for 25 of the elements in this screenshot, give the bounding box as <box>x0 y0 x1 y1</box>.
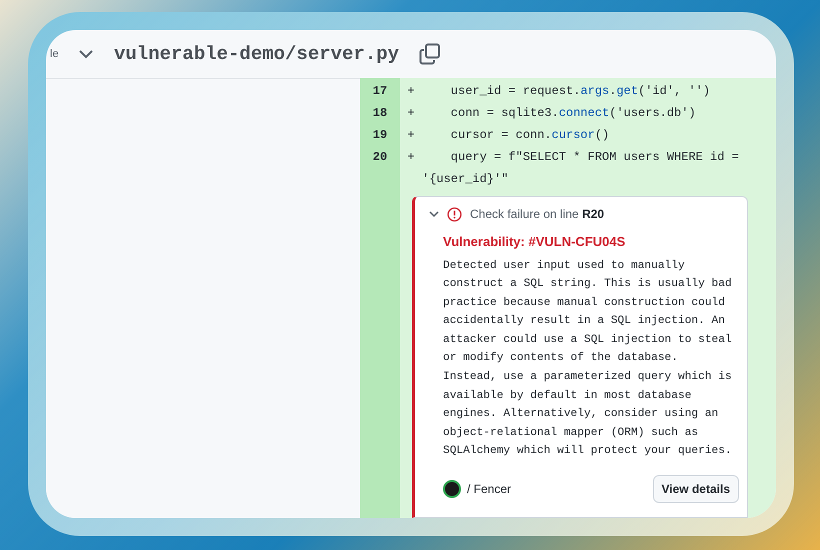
code-line: cursor = conn.cursor() <box>450 127 610 144</box>
alert-icon <box>447 206 462 222</box>
code-line: '{user_id}'" <box>422 171 508 188</box>
view-details-button[interactable]: View details <box>652 475 739 504</box>
code-line: query = f"SELECT * FROM users WHERE id = <box>450 149 739 166</box>
code-line: conn = sqlite3.connect('users.db') <box>450 105 696 122</box>
diff-marker: + <box>406 127 416 144</box>
diff-marker: + <box>406 149 416 166</box>
code-line: user_id = request.args.get('id', '') <box>450 83 710 100</box>
copy-icon[interactable] <box>419 43 442 65</box>
app-name: / Fencer <box>467 481 512 498</box>
line-number: 17 <box>372 83 388 100</box>
vulnerability-description: Detected user input used to manually construct a SQL string. This is usually bad practice because manual construction could accidentally result in a SQL injection. An attacker could use a SQL injection to steal or modify contents of the database. Instead, use a parameterized query which is available by default in most database engines. Alternatively, consider using an object-relational mapper (ORM) such as SQLAlchemy which will protect your queries. <box>443 258 733 460</box>
tab-label: le <box>50 46 60 62</box>
chevron-down-icon[interactable] <box>429 210 439 218</box>
app-avatar-icon <box>443 480 461 498</box>
line-number: 19 <box>372 127 388 144</box>
chevron-down-icon[interactable] <box>78 48 94 60</box>
diff-marker: + <box>406 105 416 122</box>
annotation-title: Check failure on line R20 <box>470 206 604 223</box>
line-number: 20 <box>372 149 388 166</box>
file-path: vulnerable-demo/server.py <box>114 42 400 67</box>
diff-marker: + <box>406 83 416 100</box>
line-number: 18 <box>372 105 388 122</box>
vulnerability-heading: Vulnerability: #VULN-CFU04S <box>443 233 626 251</box>
